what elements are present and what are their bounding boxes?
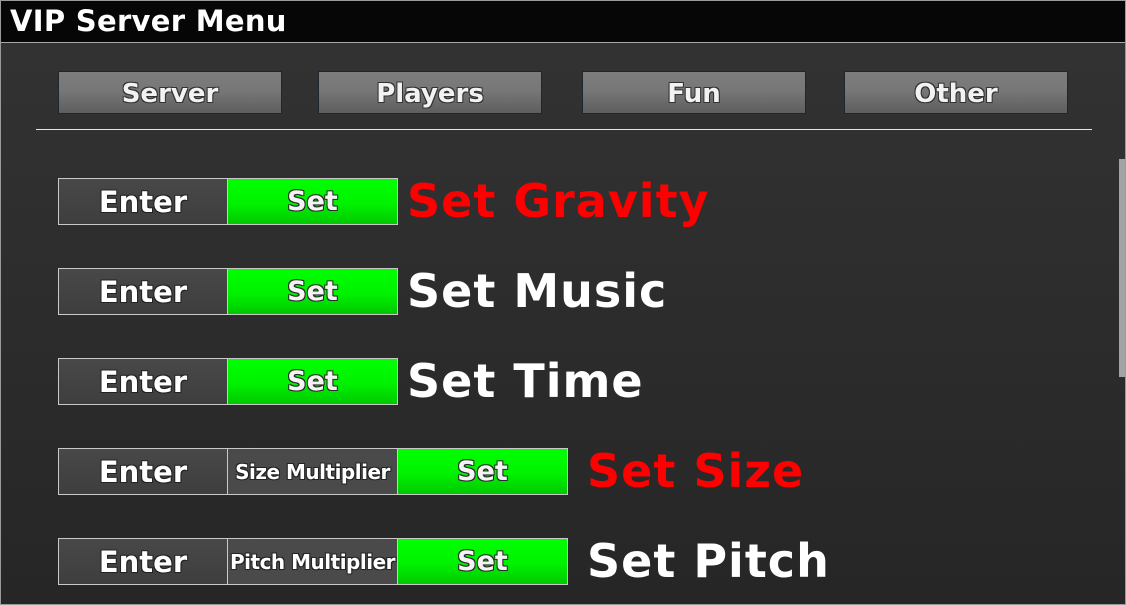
time-set-button[interactable]: Set	[227, 358, 398, 405]
time-heading: Set Time	[407, 354, 644, 408]
size-multiplier-input[interactable]: Size Multiplier	[227, 448, 398, 495]
time-input[interactable]: Enter	[58, 358, 228, 405]
pitch-heading: Set Pitch	[587, 534, 830, 588]
tab-fun[interactable]: Fun	[582, 71, 806, 114]
tab-server[interactable]: Server	[58, 71, 282, 114]
size-set-button[interactable]: Set	[397, 448, 568, 495]
music-set-button[interactable]: Set	[227, 268, 398, 315]
title-bar: VIP Server Menu	[1, 1, 1125, 43]
music-heading: Set Music	[407, 264, 668, 318]
size-input[interactable]: Enter	[58, 448, 228, 495]
pitch-multiplier-input[interactable]: Pitch Multiplier	[227, 538, 398, 585]
music-input[interactable]: Enter	[58, 268, 228, 315]
gravity-set-button[interactable]: Set	[227, 178, 398, 225]
gravity-input[interactable]: Enter	[58, 178, 228, 225]
scrollbar[interactable]	[1119, 159, 1125, 377]
tab-other[interactable]: Other	[844, 71, 1068, 114]
pitch-set-button[interactable]: Set	[397, 538, 568, 585]
window-title: VIP Server Menu	[10, 4, 287, 38]
gravity-heading: Set Gravity	[407, 174, 710, 228]
pitch-input[interactable]: Enter	[58, 538, 228, 585]
tab-players[interactable]: Players	[318, 71, 542, 114]
size-heading: Set Size	[587, 444, 805, 498]
tab-divider	[36, 129, 1092, 130]
vip-server-menu-window: VIP Server Menu Server Players Fun Other…	[0, 0, 1126, 605]
